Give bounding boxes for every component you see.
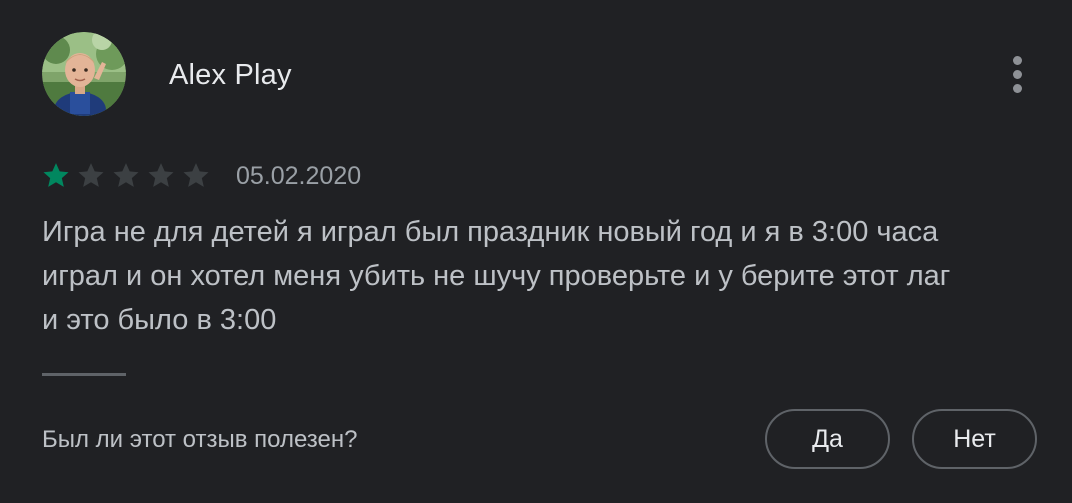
star-icon xyxy=(43,163,69,187)
star-icon xyxy=(78,163,104,187)
author-name: Alex Play xyxy=(169,59,292,91)
review-card: Alex Play 05.02.2020 Игра не для детей я… xyxy=(0,0,1072,503)
helpful-yes-button[interactable]: Да xyxy=(765,409,890,469)
star-icon xyxy=(148,163,174,187)
star-icon xyxy=(183,163,209,187)
avatar-image xyxy=(42,32,126,116)
avatar[interactable] xyxy=(42,32,126,116)
divider xyxy=(42,373,126,376)
helpful-no-button[interactable]: Нет xyxy=(912,409,1037,469)
more-vertical-icon xyxy=(1013,56,1022,65)
review-text: Игра не для детей я играл был праздник н… xyxy=(42,216,951,336)
more-vertical-icon xyxy=(1013,70,1022,79)
more-vertical-icon xyxy=(1013,84,1022,93)
review-date: 05.02.2020 xyxy=(236,162,362,190)
star-icon xyxy=(113,163,139,187)
helpful-question: Был ли этот отзыв полезен? xyxy=(42,426,358,453)
more-options-button[interactable] xyxy=(998,52,1036,96)
